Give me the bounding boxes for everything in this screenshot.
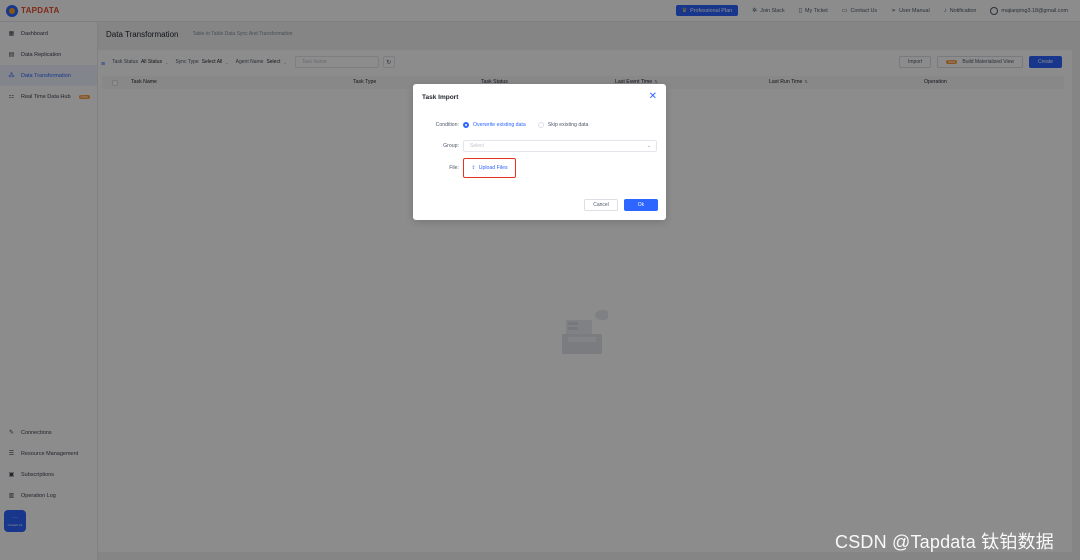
upload-files-button[interactable]: ⇪ Upload Files xyxy=(463,158,516,178)
ok-button[interactable]: Ok xyxy=(624,199,658,211)
skip-existing-radio[interactable]: Skip existing data xyxy=(537,122,589,128)
radio-unchecked-icon xyxy=(537,122,544,128)
close-icon[interactable]: ✕ xyxy=(649,92,657,102)
chevron-down-icon: ⌄ xyxy=(646,143,651,149)
task-import-dialog: Task Import ✕ Condition: Overwrite exist… xyxy=(413,84,666,220)
group-select[interactable]: Select ⌄ xyxy=(463,140,657,152)
radio-checked-icon xyxy=(463,122,469,128)
overwrite-label: Overwrite existing data xyxy=(473,122,526,128)
dialog-title: Task Import xyxy=(422,94,459,101)
condition-row: Condition: Overwrite existing data Skip … xyxy=(413,122,600,128)
file-row: File: ⇪ Upload Files xyxy=(413,158,516,178)
cancel-button[interactable]: Cancel xyxy=(584,199,618,211)
csdn-watermark: CSDN @Tapdata 钛铂数据 xyxy=(835,532,1054,552)
group-label: Group: xyxy=(443,143,459,149)
upload-label: Upload Files xyxy=(478,165,508,171)
group-row: Group: Select ⌄ xyxy=(413,140,657,152)
condition-label: Condition: xyxy=(435,122,459,128)
dialog-footer: Cancel Ok xyxy=(584,199,658,211)
file-label: File: xyxy=(449,165,459,171)
group-placeholder: Select xyxy=(470,143,484,149)
skip-label: Skip existing data xyxy=(547,122,589,128)
overwrite-existing-radio[interactable]: Overwrite existing data xyxy=(463,122,526,128)
upload-icon: ⇪ xyxy=(471,165,476,171)
